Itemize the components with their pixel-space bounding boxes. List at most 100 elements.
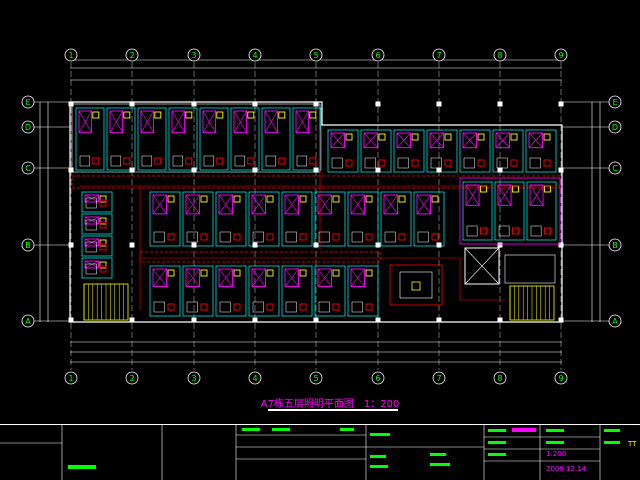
guest-room	[380, 191, 412, 247]
axis-bubble-label: 6	[375, 374, 380, 383]
axis-bubble-label: 4	[252, 51, 257, 60]
guest-room	[360, 129, 392, 173]
column-post	[558, 317, 564, 323]
title-block-grid	[0, 425, 620, 480]
guest-room	[281, 265, 313, 317]
axis-bubble-label: 3	[191, 51, 196, 60]
guest-room	[492, 129, 524, 173]
axis-bubble-label: 1	[68, 374, 73, 383]
column-bubble-top: 6	[371, 48, 385, 62]
axis-bubble-label: C	[612, 164, 618, 173]
drawing-title-underline	[268, 409, 398, 411]
guest-room	[314, 191, 346, 247]
guest-room	[248, 265, 280, 317]
title-block-sheet: TT	[628, 440, 637, 448]
row-bubbles-left: E D C B A	[21, 95, 70, 328]
column-bubble-top: 3	[187, 48, 201, 62]
row-bubble-right: C	[608, 161, 622, 175]
column-post	[252, 242, 258, 248]
column-post	[191, 101, 197, 107]
guest-room	[327, 129, 359, 173]
column-bubble-top: 5	[309, 48, 323, 62]
column-bubble-bottom: 2	[125, 371, 139, 385]
row-bubble-right: E	[608, 95, 622, 109]
stair-right	[509, 285, 555, 321]
column-post	[129, 101, 135, 107]
row-bubble-left: D	[21, 120, 35, 134]
column-post	[68, 167, 74, 173]
guest-room	[149, 265, 181, 317]
column-bubble-top: 2	[125, 48, 139, 62]
column-bubble-top: 7	[432, 48, 446, 62]
guest-room	[292, 107, 322, 171]
column-bubble-top: 9	[554, 48, 568, 62]
column-bubble-bottom: 8	[493, 371, 507, 385]
axis-bubble-label: 9	[558, 51, 563, 60]
axis-bubble-label: E	[612, 98, 617, 107]
column-post	[191, 317, 197, 323]
axis-bubble-label: 7	[436, 51, 441, 60]
guest-room	[248, 191, 280, 247]
guest-room	[168, 107, 198, 171]
guest-room	[347, 191, 379, 247]
column-bubble-bottom: 6	[371, 371, 385, 385]
row-bubbles-right: E D C B A	[562, 95, 622, 328]
guest-room	[347, 265, 379, 317]
guest-room	[199, 107, 229, 171]
column-post	[497, 101, 503, 107]
column-post	[252, 317, 258, 323]
stair-left	[83, 283, 129, 321]
guest-room	[215, 191, 247, 247]
cad-drawing-canvas: 123456789 123456789 EDCBA EDCBA A7栋五层照明平…	[0, 0, 640, 480]
column-post	[68, 242, 74, 248]
title-block: 1:200 2008.12.14 TT	[0, 424, 640, 480]
guest-room	[261, 107, 291, 171]
title-block-scale: 1:200	[546, 450, 567, 458]
column-post	[252, 167, 258, 173]
axis-bubble-label: 5	[313, 51, 318, 60]
axis-bubble-label: E	[25, 98, 30, 107]
column-post	[129, 167, 135, 173]
service-block-right	[459, 177, 561, 284]
axis-bubble-label: 4	[252, 374, 257, 383]
guest-room	[459, 129, 491, 173]
column-post	[313, 317, 319, 323]
axis-bubble-label: 8	[497, 374, 502, 383]
column-post	[558, 242, 564, 248]
guest-room	[81, 213, 113, 235]
lobby-room	[389, 264, 443, 306]
guest-room	[149, 191, 181, 247]
row-bubble-right: D	[608, 120, 622, 134]
column-post	[191, 242, 197, 248]
guest-room	[81, 191, 113, 213]
column-post	[313, 101, 319, 107]
row-bubble-left: E	[21, 95, 35, 109]
axis-bubble-label: 9	[558, 374, 563, 383]
column-bubble-bottom: 3	[187, 371, 201, 385]
column-bubble-top: 4	[248, 48, 262, 62]
column-post	[68, 317, 74, 323]
axis-bubble-label: B	[612, 241, 618, 250]
column-post	[191, 167, 197, 173]
column-post	[558, 101, 564, 107]
column-post	[558, 167, 564, 173]
guest-room	[81, 257, 113, 279]
guest-room	[494, 181, 525, 241]
drawing-title-wrap: A7栋五层照明平面图 1：200	[240, 394, 420, 410]
row-bubble-left: C	[21, 161, 35, 175]
guest-room	[525, 129, 557, 173]
guest-room	[281, 191, 313, 247]
axis-bubble-label: A	[25, 317, 31, 326]
guest-room	[81, 235, 113, 257]
column-post	[252, 101, 258, 107]
column-bubble-bottom: 9	[554, 371, 568, 385]
column-post	[313, 242, 319, 248]
axis-bubble-label: 1	[68, 51, 73, 60]
guest-room	[314, 265, 346, 317]
column-post	[436, 242, 442, 248]
column-post	[436, 317, 442, 323]
column-post	[313, 167, 319, 173]
guest-room	[106, 107, 136, 171]
guest-room	[137, 107, 167, 171]
axis-bubble-label: B	[25, 241, 31, 250]
